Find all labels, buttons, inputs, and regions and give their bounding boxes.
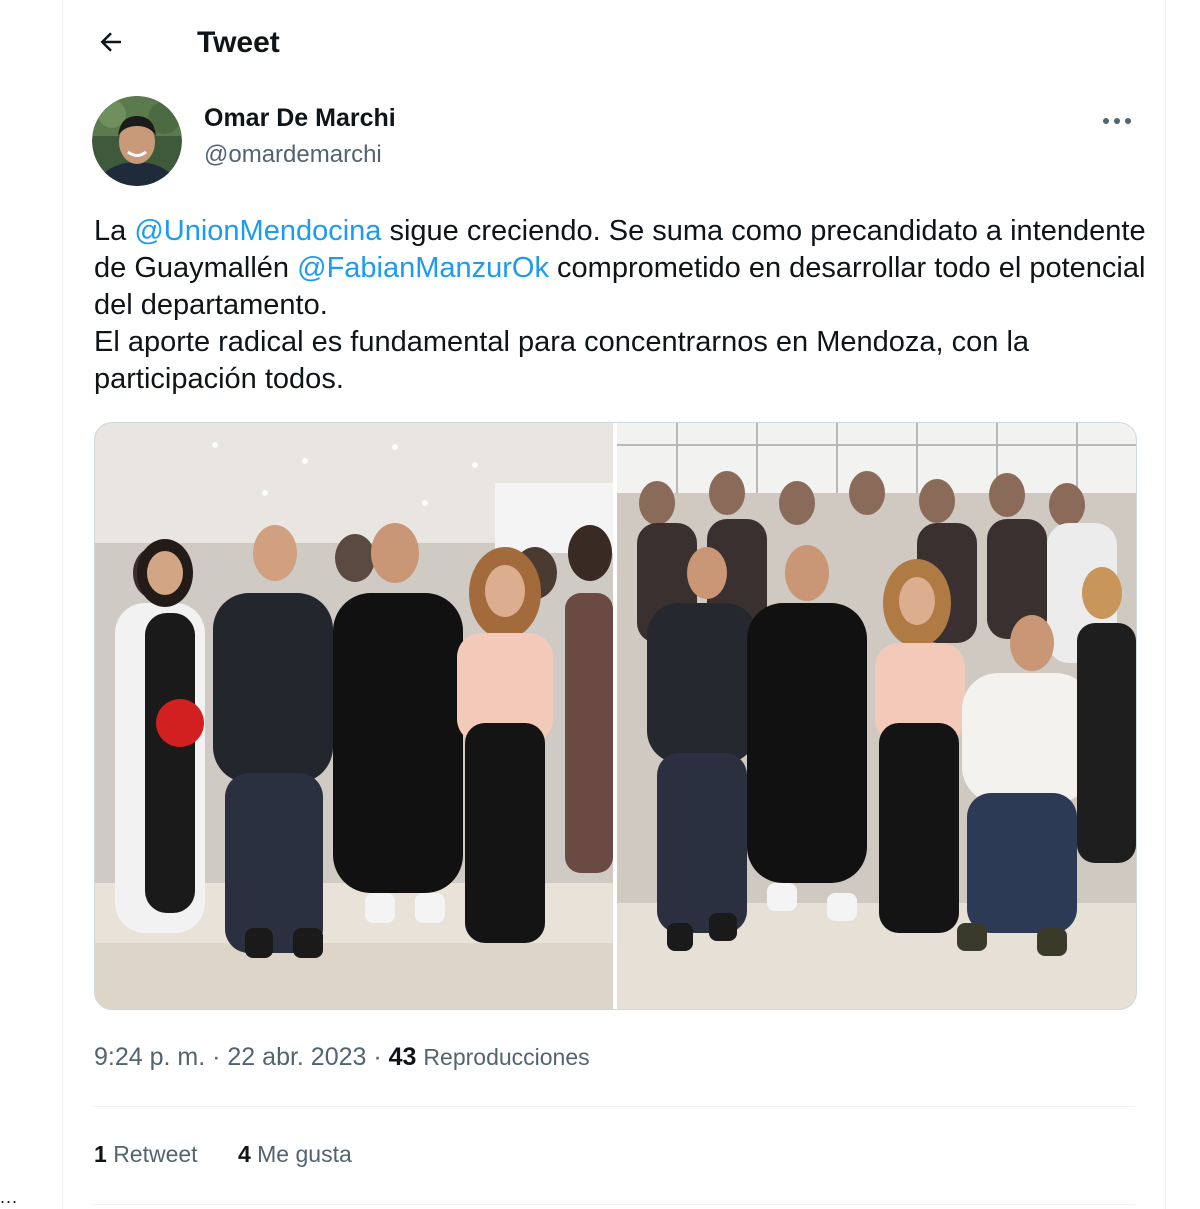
more-options-button[interactable] [1097,106,1137,136]
more-horizontal-icon [1103,118,1131,124]
divider [92,1204,1135,1205]
likes-label: Me gusta [257,1141,352,1167]
tweet-author: Omar De Marchi @omardemarchi [92,96,1142,188]
avatar[interactable] [92,96,182,186]
mention-link[interactable]: @UnionMendocina [134,215,381,247]
mention-link[interactable]: @FabianManzurOk [297,252,549,284]
author-handle[interactable]: @omardemarchi [204,140,382,170]
retweets-count: 1 [94,1141,107,1167]
back-button[interactable] [91,22,131,62]
views-count: 43 [388,1043,417,1071]
column-border-right [1165,0,1166,1209]
retweets-stat[interactable]: 1 Retweet [94,1138,198,1170]
sidebar-more-dots[interactable]: ... [0,1188,18,1206]
tweet-time[interactable]: 9:24 p. m. [94,1043,205,1071]
tweet-photo-1[interactable] [95,423,613,1009]
page-header: Tweet [63,0,1165,86]
arrow-left-icon [100,32,121,52]
tweet-photo-2[interactable] [617,423,1136,1009]
tweet-date[interactable]: 22 abr. 2023 [227,1043,366,1071]
likes-stat[interactable]: 4 Me gusta [238,1138,352,1170]
page-title: Tweet [197,26,280,59]
tweet-text: La @UnionMendocina sigue creciendo. Se s… [94,213,1154,398]
tweet-photos [94,422,1137,1010]
views-label: Reproducciones [423,1044,590,1070]
tweet-text-segment: La [94,215,135,247]
retweets-label: Retweet [113,1141,198,1167]
column-border-left [62,0,63,1209]
tweet-stats: 1 Retweet 4 Me gusta [94,1138,386,1170]
meta-separator: · [212,1043,221,1071]
tweet-text-segment: El aporte radical es fundamental para co… [94,326,1030,395]
tweet-meta: 9:24 p. m. · 22 abr. 2023 · 43 Reproducc… [94,1040,590,1074]
likes-count: 4 [237,1141,251,1167]
tweet-page: ... Tweet Omar De Marchi @omardemarchi L… [0,0,1200,1209]
author-name[interactable]: Omar De Marchi [204,102,396,134]
avatar-image [92,96,182,186]
divider [92,1106,1135,1107]
meta-separator: · [373,1043,382,1071]
